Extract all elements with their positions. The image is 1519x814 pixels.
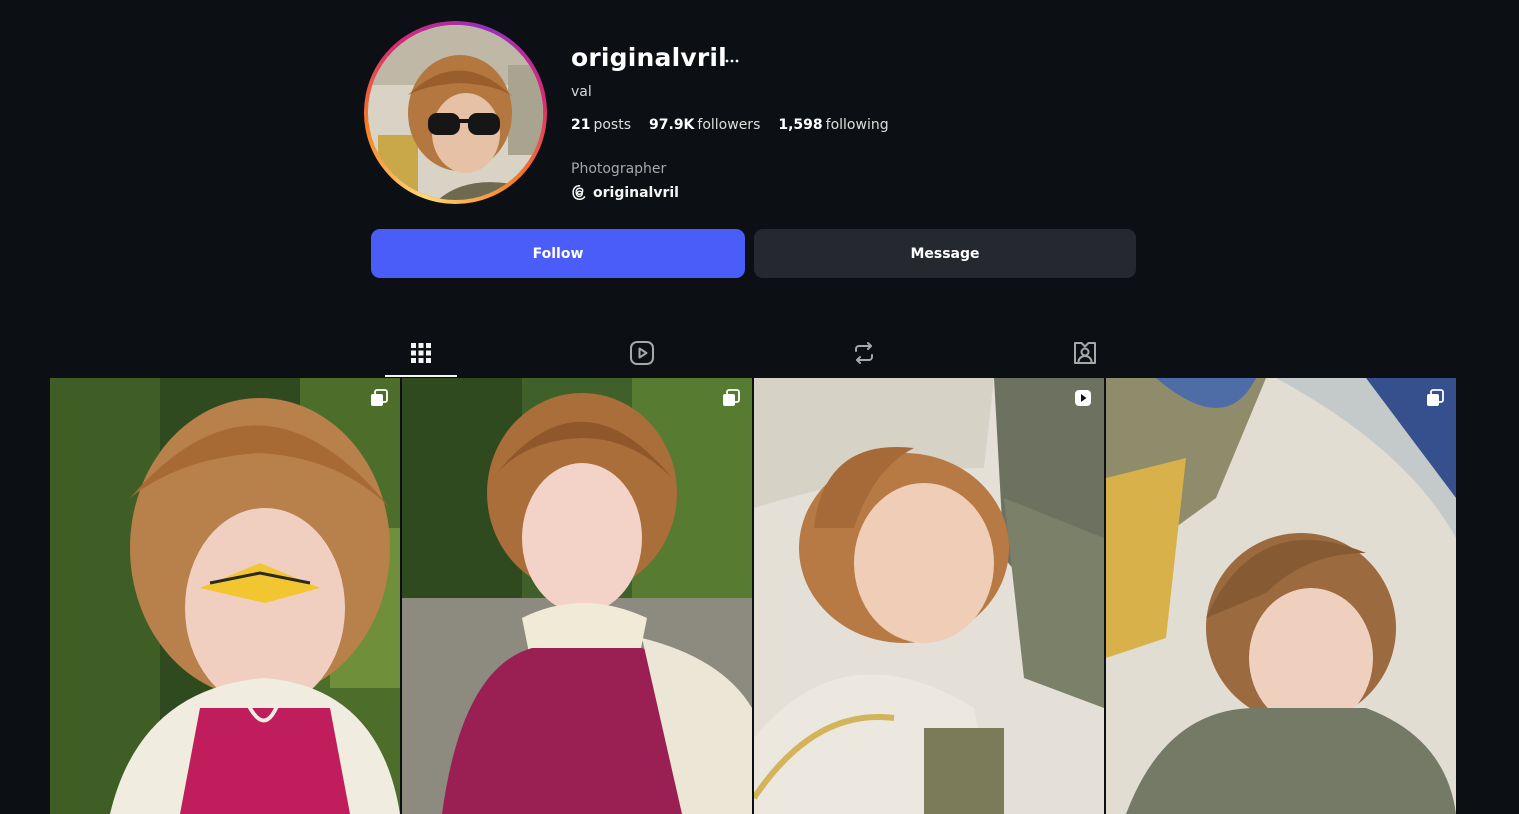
follow-button[interactable]: Follow bbox=[371, 229, 745, 278]
carousel-icon bbox=[723, 389, 740, 406]
post-image bbox=[1106, 378, 1456, 814]
post-image bbox=[50, 378, 400, 814]
posts-grid bbox=[50, 378, 1456, 814]
grid-icon bbox=[411, 343, 431, 363]
post-image bbox=[754, 378, 1104, 814]
following-stat[interactable]: 1,598 following bbox=[778, 117, 888, 133]
post-tile[interactable] bbox=[1106, 378, 1456, 814]
post-tile[interactable] bbox=[754, 378, 1104, 814]
tab-reposts[interactable] bbox=[828, 330, 900, 376]
posts-count: 21 bbox=[571, 117, 591, 133]
following-count: 1,598 bbox=[778, 117, 823, 133]
more-options-button[interactable] bbox=[722, 48, 742, 72]
followers-stat[interactable]: 97.9K followers bbox=[649, 117, 760, 133]
followers-count: 97.9K bbox=[649, 117, 695, 133]
profile-stats: 21 posts 97.9K followers 1,598 following bbox=[571, 117, 889, 133]
threads-handle: originalvril bbox=[593, 184, 679, 201]
threads-link[interactable]: originalvril bbox=[571, 184, 679, 201]
tagged-icon bbox=[1074, 342, 1096, 364]
active-tab-indicator bbox=[385, 375, 457, 377]
followers-label: followers bbox=[697, 117, 761, 133]
tab-reels[interactable] bbox=[606, 330, 678, 376]
post-tile[interactable] bbox=[50, 378, 400, 814]
reels-icon bbox=[630, 341, 654, 365]
carousel-icon bbox=[1427, 389, 1444, 406]
profile-page: originalvril val 21 posts 97.9K followers … bbox=[0, 0, 1519, 814]
tab-tagged[interactable] bbox=[1049, 330, 1121, 376]
post-image bbox=[402, 378, 752, 814]
story-ring[interactable] bbox=[364, 21, 547, 204]
following-label: following bbox=[825, 117, 889, 133]
profile-username: originalvril bbox=[571, 43, 727, 72]
reel-icon bbox=[1075, 390, 1091, 406]
profile-full-name: val bbox=[571, 84, 592, 100]
posts-label: posts bbox=[593, 117, 632, 133]
carousel-icon bbox=[371, 389, 388, 406]
posts-stat: 21 posts bbox=[571, 117, 631, 133]
message-button[interactable]: Message bbox=[754, 229, 1136, 278]
tab-posts[interactable] bbox=[385, 330, 457, 376]
post-tile[interactable] bbox=[402, 378, 752, 814]
threads-icon bbox=[572, 184, 586, 201]
avatar[interactable] bbox=[368, 25, 543, 200]
avatar-photo bbox=[368, 25, 543, 200]
reposts-icon bbox=[855, 342, 873, 364]
more-dots-icon bbox=[725, 59, 739, 63]
profile-category: Photographer bbox=[571, 161, 667, 177]
